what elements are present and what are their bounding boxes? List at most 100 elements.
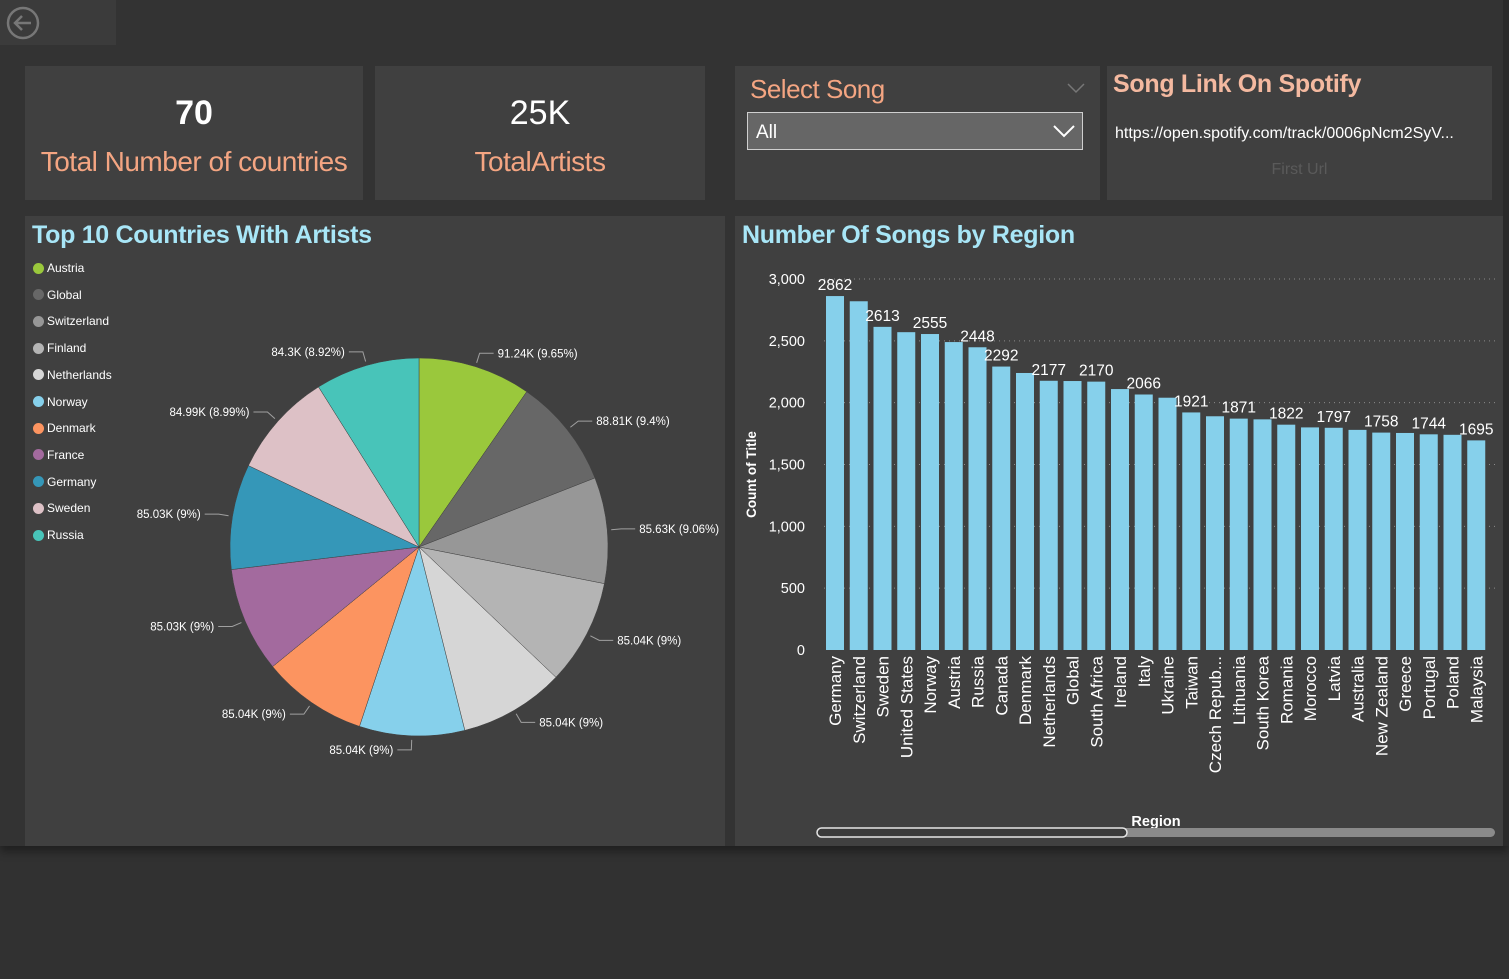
bar[interactable]: [944, 342, 963, 650]
pie-data-label: 91.24K (9.65%): [498, 348, 578, 360]
spotify-url-link[interactable]: https://open.spotify.com/track/0006pNcm2…: [1115, 125, 1490, 143]
x-tick-label: Italy: [1135, 656, 1154, 688]
bar[interactable]: [1063, 381, 1082, 650]
bar[interactable]: [968, 347, 987, 650]
bar[interactable]: [1039, 380, 1058, 650]
x-tick-label: Poland: [1444, 656, 1463, 709]
x-tick-label: Switzerland: [850, 656, 869, 744]
bar[interactable]: [1396, 432, 1414, 650]
pie-leader-line: [611, 528, 636, 531]
bar[interactable]: [1324, 427, 1343, 650]
pie-data-label: 85.04K (9%): [222, 709, 286, 721]
bar[interactable]: [1087, 381, 1106, 650]
back-arrow-icon: [6, 6, 40, 40]
bar-data-label: 2555: [913, 315, 947, 332]
kpi-artists-label: TotalArtists: [474, 146, 606, 177]
bar[interactable]: [1016, 372, 1034, 650]
x-tick-label: Malaysia: [1467, 655, 1486, 723]
pie-leader-line: [204, 513, 229, 517]
pie-data-label: 85.63K (9.06%): [639, 524, 719, 536]
bar[interactable]: [1348, 429, 1367, 650]
bar[interactable]: [1443, 434, 1462, 650]
bar[interactable]: [921, 334, 939, 650]
link-card-title: Song Link On Spotify: [1113, 70, 1362, 98]
pie-data-label: 84.3K (8.92%): [271, 347, 345, 359]
x-tick-label: Portugal: [1420, 656, 1439, 719]
y-tick-label: 2,500: [769, 334, 805, 350]
back-button[interactable]: [0, 0, 116, 45]
pie-leader-line: [348, 351, 367, 362]
x-tick-label: Latvia: [1325, 655, 1344, 701]
bar[interactable]: [1467, 440, 1486, 650]
song-slicer: Select Song All: [735, 66, 1100, 200]
bar-data-label: 1822: [1269, 406, 1303, 423]
pie-data-label: 88.81K (9.4%): [596, 416, 670, 428]
x-tick-label: Denmark: [1016, 656, 1035, 725]
pie-chart-card: Top 10 Countries With Artists Austria Glo…: [25, 216, 725, 846]
pie-leader-line: [476, 352, 494, 363]
x-tick-label: Netherlands: [1040, 656, 1059, 748]
pie-data-label: 85.04K (9%): [329, 745, 393, 757]
y-axis-title: Count of Title: [744, 431, 759, 518]
x-tick-label: New Zealand: [1372, 656, 1391, 756]
x-tick-label: Germany: [826, 656, 845, 726]
pie-data-label: 85.03K (9%): [137, 509, 201, 521]
bar-data-label: 2862: [818, 277, 852, 294]
bar[interactable]: [873, 326, 892, 650]
bar-data-label: 2613: [865, 308, 899, 325]
x-tick-label: Australia: [1349, 655, 1368, 722]
bar[interactable]: [1277, 424, 1296, 650]
bar[interactable]: [1182, 412, 1201, 650]
x-tick-label: Ukraine: [1159, 656, 1178, 715]
bar-data-label: 1695: [1459, 421, 1493, 438]
kpi-artists-value: 25K: [509, 94, 571, 132]
bar[interactable]: [1206, 416, 1224, 650]
pie-data-label: 85.03K (9%): [150, 622, 214, 634]
report-canvas: 70 Total Number of countries 25K TotalAr…: [0, 0, 1509, 846]
kpi-countries-label: Total Number of countries: [40, 146, 348, 177]
x-tick-label: Norway: [921, 656, 940, 714]
bar[interactable]: [897, 332, 916, 650]
dropdown-selected-value: All: [756, 122, 778, 143]
chevron-down-icon[interactable]: [1066, 82, 1086, 94]
bar[interactable]: [1419, 434, 1438, 650]
pie-leader-line: [570, 420, 593, 428]
pie-leader-line: [253, 411, 276, 419]
bar[interactable]: [1253, 419, 1272, 650]
pie-leader-line: [590, 635, 614, 641]
pie-leader-line: [397, 739, 413, 751]
bar[interactable]: [849, 301, 868, 650]
x-tick-label: Russia: [969, 655, 988, 708]
pie-leader-line: [515, 713, 536, 723]
y-tick-label: 1,500: [769, 458, 805, 474]
bar[interactable]: [992, 366, 1011, 650]
x-axis-title: Region: [1131, 814, 1180, 830]
song-dropdown[interactable]: All: [747, 112, 1083, 150]
bar-data-label: 1871: [1222, 400, 1256, 417]
kpi-artists-card: 25K TotalArtists: [375, 66, 705, 200]
pie-data-label: 84.99K (8.99%): [170, 407, 250, 419]
bar[interactable]: [1134, 394, 1153, 650]
kpi-countries-value: 70: [175, 94, 213, 132]
x-tick-label: Ireland: [1111, 656, 1130, 708]
bar[interactable]: [1229, 418, 1248, 650]
bar-data-label: 2448: [960, 328, 994, 345]
bar[interactable]: [1158, 397, 1177, 650]
bar[interactable]: [1372, 432, 1391, 650]
y-tick-label: 500: [781, 581, 805, 597]
bar[interactable]: [826, 296, 844, 650]
link-card-subtitle: First Url: [1271, 161, 1328, 178]
spotify-link-card: Song Link On Spotify https://open.spotif…: [1107, 66, 1492, 200]
bar[interactable]: [1111, 389, 1129, 650]
bar-data-label: 1797: [1317, 409, 1351, 426]
x-tick-label: Greece: [1396, 656, 1415, 712]
bar[interactable]: [1301, 427, 1319, 650]
bar-chart: 0 500 1,000 1,500 2,000 2,500 3,000 Count of Ti…: [744, 272, 1497, 838]
dropdown-chevron-icon: [1053, 125, 1075, 138]
bar-data-label: 1758: [1364, 414, 1398, 431]
x-tick-label: Lithuania: [1230, 655, 1249, 725]
y-tick-label: 3,000: [769, 272, 805, 288]
bar-data-label: 2177: [1032, 362, 1066, 379]
scrollbar-thumb[interactable]: [816, 827, 1128, 838]
pie-data-label: 85.04K (9%): [617, 635, 681, 647]
